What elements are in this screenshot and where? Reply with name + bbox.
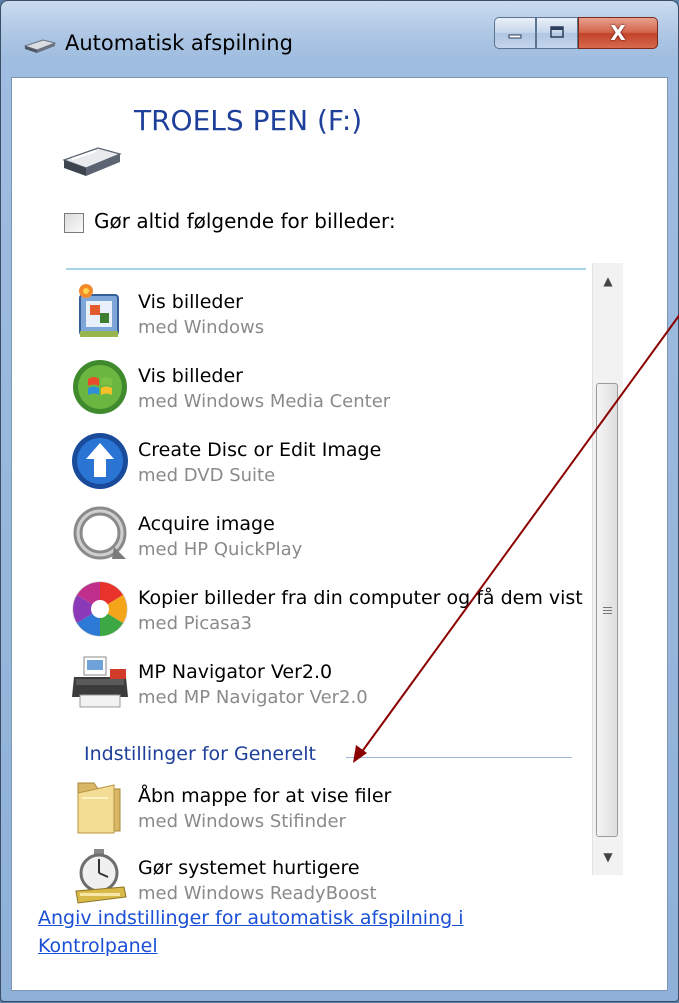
- maximize-icon: [549, 24, 565, 43]
- always-do-label[interactable]: Gør altid følgende for billeder:: [94, 209, 396, 233]
- title-bar[interactable]: Automatisk afspilning X: [1, 1, 678, 77]
- scroll-down-arrow-icon: ▼: [603, 850, 613, 864]
- action-item-create-disc[interactable]: Create Disc or Edit Image med DVD Suite: [64, 429, 594, 501]
- scroll-up-arrow-icon: ▲: [603, 274, 613, 288]
- action-item-view-pictures-windows[interactable]: Vis billeder med Windows: [64, 281, 594, 353]
- action-item-acquire-image[interactable]: Acquire image med HP QuickPlay: [64, 503, 594, 575]
- action-subtitle: med HP QuickPlay: [138, 539, 303, 560]
- readyboost-stopwatch-icon: [70, 847, 130, 909]
- photo-gallery-icon: [70, 281, 130, 343]
- action-title: MP Navigator Ver2.0: [138, 661, 333, 683]
- action-subtitle: med Windows Media Center: [138, 391, 391, 412]
- action-subtitle: med Windows: [138, 317, 265, 338]
- action-item-mp-navigator[interactable]: MP Navigator Ver2.0 med MP Navigator Ver…: [64, 651, 594, 723]
- hp-quickplay-icon: [70, 503, 130, 565]
- grip-icon: [602, 605, 612, 616]
- media-center-icon: [70, 355, 130, 417]
- device-name: TROELS PEN (F:): [134, 104, 363, 137]
- section-header-general: Indstillinger for Generelt: [84, 743, 316, 765]
- autoplay-window: Automatisk afspilning X TROELS PEN (F:) …: [0, 0, 679, 1002]
- action-item-view-pictures-media-center[interactable]: Vis billeder med Windows Media Center: [64, 355, 594, 427]
- action-title: Åbn mappe for at vise filer: [138, 785, 392, 807]
- minimize-button[interactable]: [494, 17, 536, 49]
- dialog-content: TROELS PEN (F:) Gør altid følgende for b…: [11, 77, 668, 991]
- action-title: Vis billeder: [138, 291, 243, 313]
- action-list: Vis billeder med Windows Vis billeder me…: [64, 263, 630, 904]
- action-title: Gør systemet hurtigere: [138, 857, 360, 879]
- action-title: Create Disc or Edit Image: [138, 439, 382, 461]
- dvd-suite-icon: [70, 429, 130, 491]
- action-title: Kopier billeder fra din computer og få d…: [138, 587, 583, 609]
- action-subtitle: med Windows Stifinder: [138, 811, 346, 832]
- action-subtitle: med Picasa3: [138, 613, 253, 634]
- maximize-button[interactable]: [536, 17, 578, 49]
- close-button[interactable]: X: [578, 17, 658, 49]
- action-item-picasa[interactable]: Kopier billeder fra din computer og få d…: [64, 577, 594, 649]
- action-subtitle: med Windows ReadyBoost: [138, 883, 377, 904]
- control-panel-link[interactable]: Angiv indstillinger for automatisk afspi…: [38, 904, 558, 960]
- section-divider: [346, 757, 572, 758]
- list-divider: [66, 268, 586, 270]
- folder-icon: [70, 775, 130, 837]
- picasa-icon: [70, 577, 130, 639]
- minimize-icon: [507, 24, 523, 43]
- drive-icon: [23, 37, 57, 59]
- action-subtitle: med DVD Suite: [138, 465, 276, 486]
- action-item-open-folder[interactable]: Åbn mappe for at vise filer med Windows …: [64, 775, 594, 847]
- scroll-thumb[interactable]: [596, 383, 618, 837]
- window-title: Automatisk afspilning: [65, 31, 293, 55]
- scroll-up-button[interactable]: ▲: [593, 263, 623, 299]
- action-title: Vis billeder: [138, 365, 243, 387]
- usb-drive-icon: [60, 138, 124, 184]
- scroll-down-button[interactable]: ▼: [593, 839, 623, 875]
- close-icon: X: [610, 21, 626, 45]
- printer-scanner-icon: [70, 651, 130, 713]
- always-do-checkbox[interactable]: [64, 213, 84, 233]
- action-subtitle: med MP Navigator Ver2.0: [138, 687, 368, 708]
- vertical-scrollbar[interactable]: ▲ ▼: [592, 263, 623, 875]
- action-title: Acquire image: [138, 513, 275, 535]
